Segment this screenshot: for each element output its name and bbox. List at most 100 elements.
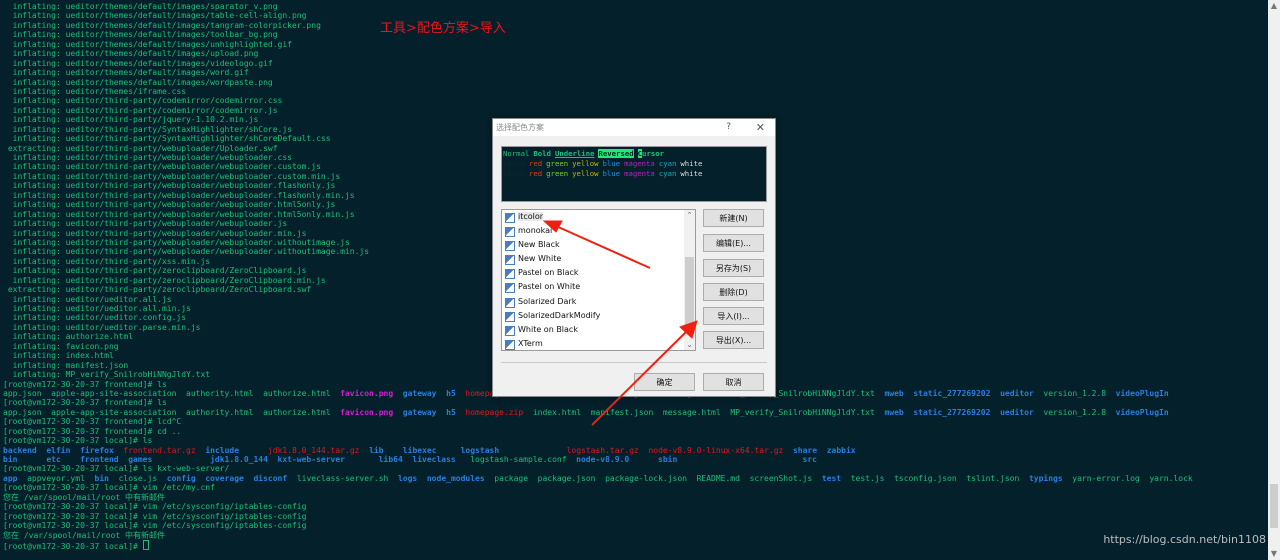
scheme-name: monokai xyxy=(518,226,553,236)
line-text: inflating: ueditor/themes/default/images… xyxy=(3,2,278,11)
preview-sample: red xyxy=(528,169,543,178)
terminal-line: [root@vm172-30-20-37 frontend]# lcd^C xyxy=(3,417,1265,426)
line-segment: liveclass-server.sh xyxy=(287,473,398,483)
scheme-item[interactable]: White on Black xyxy=(502,323,695,337)
line-segment: appveyor.yml xyxy=(17,473,95,483)
new-button[interactable]: 新建(N) xyxy=(703,209,764,227)
line-text: [root@vm172-30-20-37 local]# vim /etc/sy… xyxy=(3,502,307,512)
scheme-item[interactable]: monokai xyxy=(502,224,695,238)
chevron-down-icon[interactable]: ⌄ xyxy=(684,341,695,349)
scheme-file-icon xyxy=(505,297,515,308)
line-segment: version_1.2.8 xyxy=(1033,407,1116,417)
divider xyxy=(501,362,767,363)
line-segment: favicon.png xyxy=(340,388,394,398)
preview-sample: green xyxy=(546,169,569,178)
preview-row: Normal Bold Underline Reversed Cursor xyxy=(503,149,766,159)
scheme-item[interactable]: itcolor xyxy=(502,210,695,224)
scheme-name: itcolor xyxy=(518,212,544,221)
line-text: inflating: ueditor/themes/default/images… xyxy=(3,39,292,49)
scheme-item[interactable]: Solarized Dark xyxy=(502,295,695,309)
line-segment: static_277269202 xyxy=(913,388,991,398)
line-text: inflating: ueditor/third-party/xss.min.j… xyxy=(3,256,211,266)
terminal-line: backend elfin firefox frontend.tar.gz in… xyxy=(3,446,1265,455)
line-segment: h5 xyxy=(446,407,456,417)
scheme-item[interactable]: New Black xyxy=(502,238,695,252)
scroll-up-icon[interactable]: ▲ xyxy=(1268,0,1280,12)
scheme-item[interactable]: XTerm xyxy=(502,337,695,350)
edit-button[interactable]: 编辑(E)... xyxy=(703,234,764,252)
scheme-item[interactable]: Pastel on White xyxy=(502,280,695,294)
terminal-line: inflating: ueditor/themes/default/images… xyxy=(3,59,1265,68)
terminal-line: [root@vm172-30-20-37 local]# ls kxt-web-… xyxy=(3,464,1265,473)
line-segment: logs node_modules xyxy=(397,473,485,483)
line-segment: app.json apple-app-site-association auth… xyxy=(3,407,341,417)
preview-sample: blue xyxy=(602,169,621,178)
scheme-list[interactable]: itcolor monokai New Black New White Pastel o… xyxy=(501,209,696,351)
terminal-line: 您在 /var/spool/mail/root 中有新邮件 xyxy=(3,493,1265,502)
terminal-line: inflating: ueditor/themes/default/images… xyxy=(3,49,1265,58)
terminal-scrollbar[interactable]: ▲ ▼ xyxy=(1268,0,1280,560)
preview-sample: white xyxy=(680,159,703,168)
line-text: [root@vm172-30-20-37 frontend]# lcd^C xyxy=(3,417,182,427)
list-scrollbar[interactable]: ⌃ ⌄ xyxy=(684,210,695,350)
line-text: inflating: ueditor/themes/default/images… xyxy=(3,30,278,40)
line-segment: test.js tsconfig.json tslint.json xyxy=(841,473,1029,483)
scheme-name: Pastel on Black xyxy=(518,268,579,278)
color-scheme-dialog: 选择配色方案 ? ✕ Normal Bold Underline Reversed Cu… xyxy=(492,118,776,397)
terminal-line: inflating: ueditor/third-party/codemirro… xyxy=(3,106,1265,115)
line-segment: typings xyxy=(1028,473,1063,483)
delete-button[interactable]: 删除(D) xyxy=(703,283,764,301)
terminal-line: bin etc frontend games jdk1.8.0_144 kxt-… xyxy=(3,455,1265,464)
preview-row: black red green yellow blue magenta cyan white xyxy=(503,159,766,169)
terminal-line: app.json apple-app-site-association auth… xyxy=(3,408,1265,417)
line-segment: app xyxy=(3,473,18,483)
scheme-file-icon xyxy=(505,283,515,294)
line-segment: lib libexec logstash xyxy=(369,445,567,455)
line-text: [root@vm172-30-20-37 local]# ls kxt-web-… xyxy=(3,464,230,474)
scheme-item[interactable]: SolarizedDarkModify xyxy=(502,309,695,323)
line-text: inflating: ueditor/third-party/zeroclipb… xyxy=(3,266,307,276)
scheme-file-icon xyxy=(505,227,515,238)
list-scrollbar-thumb[interactable] xyxy=(685,257,694,330)
chevron-up-icon[interactable]: ⌃ xyxy=(684,211,695,219)
help-icon[interactable]: ? xyxy=(726,119,731,136)
terminal-line: inflating: ueditor/themes/default/images… xyxy=(3,78,1265,87)
line-text: [root@vm172-30-20-37 local]# vim /etc/my… xyxy=(3,483,215,493)
preview-sample: green xyxy=(546,159,569,168)
line-text: extracting: ueditor/third-party/webuploa… xyxy=(3,143,278,153)
line-segment: package package.json package-lock.json R… xyxy=(484,473,822,483)
line-text: inflating: ueditor/themes/default/images… xyxy=(3,20,321,30)
watermark: https://blog.csdn.net/bin1108 xyxy=(1103,533,1266,546)
line-text: inflating: ueditor/third-party/zeroclipb… xyxy=(3,275,326,285)
line-segment: frontend.tar.gz xyxy=(123,445,196,455)
preview-sample: yellow xyxy=(572,169,599,178)
scrollbar-thumb[interactable] xyxy=(1270,484,1278,528)
preview-sample: blue xyxy=(602,159,621,168)
line-text: inflating: ueditor/ueditor.all.min.js xyxy=(3,304,191,313)
line-segment: videoPlugIn xyxy=(1115,407,1169,417)
import-button[interactable]: 导入(I)... xyxy=(703,307,764,325)
scheme-name: SolarizedDarkModify xyxy=(518,310,601,320)
ok-button[interactable]: 确定 xyxy=(634,373,695,391)
line-text: inflating: ueditor/themes/default/images… xyxy=(3,49,259,59)
preview-sample: white xyxy=(680,169,703,178)
line-segment xyxy=(904,389,914,398)
line-segment: close.js xyxy=(108,473,167,483)
line-segment xyxy=(456,389,466,398)
close-icon[interactable]: ✕ xyxy=(756,119,765,136)
scheme-file-icon xyxy=(505,325,515,336)
scheme-item[interactable]: Pastel on Black xyxy=(502,266,695,280)
terminal-line: inflating: ueditor/themes/default/images… xyxy=(3,2,1265,11)
line-text: inflating: ueditor/third-party/webupload… xyxy=(3,153,292,162)
scheme-item[interactable]: New White xyxy=(502,252,695,266)
line-text: [root@vm172-30-20-37 frontend]# cd .. xyxy=(3,426,182,436)
save-as-button[interactable]: 另存为(S) xyxy=(703,259,764,277)
line-text: inflating: ueditor/third-party/webupload… xyxy=(3,209,355,219)
cancel-button[interactable]: 取消 xyxy=(703,373,764,391)
scroll-down-icon[interactable]: ▼ xyxy=(1268,548,1280,560)
scheme-file-icon xyxy=(505,311,515,322)
line-segment xyxy=(904,408,914,417)
line-segment: app.json apple-app-site-association auth… xyxy=(3,388,341,398)
line-segment: backend elfin firefox xyxy=(3,445,124,455)
export-button[interactable]: 导出(X)... xyxy=(703,331,764,349)
